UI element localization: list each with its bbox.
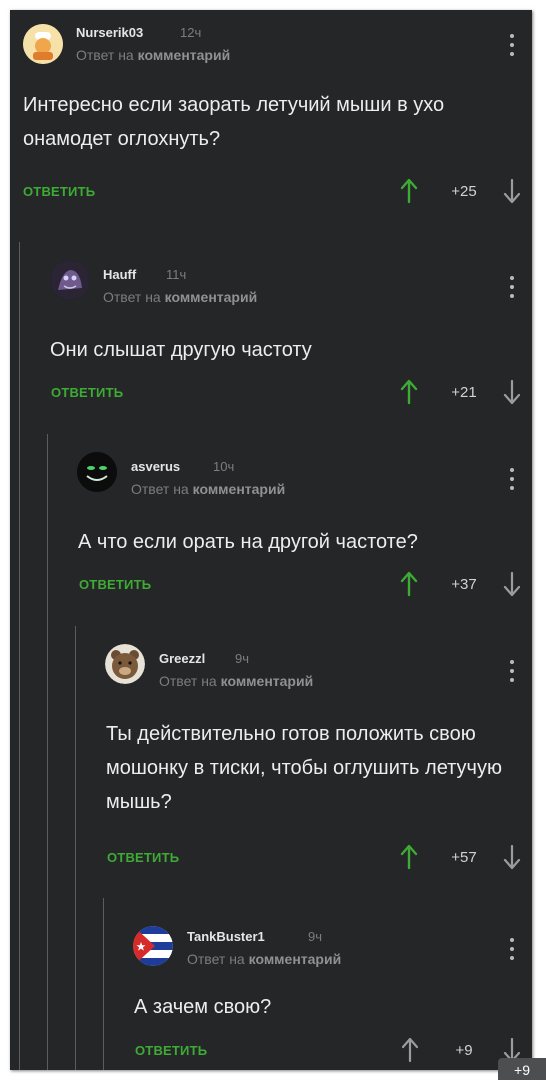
bear-avatar-icon[interactable] (105, 644, 145, 684)
reply-to-link[interactable]: комментарий (221, 673, 314, 689)
upvote-arrow-icon[interactable] (400, 571, 418, 597)
downvote-arrow-icon[interactable] (503, 178, 521, 204)
username[interactable]: TankBuster1 (187, 929, 265, 944)
timestamp: 9ч (235, 651, 250, 666)
comment-text: А что если орать на другой частоте? (78, 531, 418, 553)
rating-value: +25 (451, 183, 477, 200)
reply-to-link[interactable]: комментарий (138, 47, 231, 63)
more-options-icon[interactable] (507, 468, 517, 494)
reply-to-label: Ответ на комментарий (187, 951, 341, 967)
timestamp: 11ч (166, 267, 187, 282)
thread-line (19, 242, 20, 1070)
comment-text: Ты действительно готов положить свою мош… (106, 723, 502, 813)
more-options-icon[interactable] (507, 34, 517, 60)
comment-tankbuster1: TankBuster1 9ч Ответ на комментарий А за… (122, 898, 532, 1070)
timestamp: 12ч (180, 25, 202, 40)
reply-to-label: Ответ на комментарий (103, 289, 257, 305)
comment-nurserik03: Nurserik03 12ч Ответ на комментарий Инте… (10, 10, 532, 240)
reply-to-link[interactable]: комментарий (249, 951, 342, 967)
rating-value: +57 (451, 849, 477, 866)
reply-to-label: Ответ на комментарий (131, 481, 285, 497)
chef-avatar-icon[interactable] (23, 24, 63, 64)
downvote-arrow-icon[interactable] (503, 844, 521, 870)
timestamp: 10ч (213, 459, 235, 474)
downvote-arrow-icon[interactable] (503, 379, 521, 405)
rating-value: +21 (451, 384, 477, 401)
reply-to-text: Ответ на (131, 481, 189, 497)
reply-to-label: Ответ на комментарий (76, 47, 230, 63)
username[interactable]: Nurserik03 (76, 25, 143, 40)
reply-button[interactable]: ОТВЕТИТЬ (51, 385, 123, 400)
reply-to-text: Ответ на (187, 951, 245, 967)
comment-hauff: Hauff 11ч Ответ на комментарий Они слыша… (38, 242, 532, 432)
thread-line (47, 434, 48, 1070)
reply-button[interactable]: ОТВЕТИТЬ (23, 184, 95, 199)
upvote-arrow-icon[interactable] (400, 178, 418, 204)
more-options-icon[interactable] (507, 660, 517, 686)
reply-to-link[interactable]: комментарий (193, 481, 286, 497)
comment-asverus: asverus 10ч Ответ на комментарий А что е… (66, 434, 532, 624)
reply-button[interactable]: ОТВЕТИТЬ (107, 850, 179, 865)
dark-face-avatar-icon[interactable] (77, 452, 117, 492)
cuba-flag-avatar-icon[interactable] (133, 926, 173, 966)
reply-to-label: Ответ на комментарий (159, 673, 313, 689)
rating-value: +37 (451, 576, 477, 593)
reply-to-link[interactable]: комментарий (165, 289, 258, 305)
watermark-rating-badge: +9 (498, 1058, 546, 1080)
timestamp: 9ч (308, 929, 323, 944)
username[interactable]: Greezzl (159, 651, 205, 666)
username[interactable]: Hauff (103, 267, 136, 282)
comment-text: Интересно если заорать летучий мыши в ух… (23, 94, 445, 150)
username[interactable]: asverus (131, 459, 180, 474)
rating-value: +9 (455, 1042, 473, 1059)
upvote-arrow-icon[interactable] (401, 1037, 419, 1063)
upvote-arrow-icon[interactable] (400, 844, 418, 870)
reply-button[interactable]: ОТВЕТИТЬ (135, 1043, 207, 1058)
comments-thread: Nurserik03 12ч Ответ на комментарий Инте… (10, 10, 532, 1070)
reply-button[interactable]: ОТВЕТИТЬ (79, 577, 151, 592)
reply-to-text: Ответ на (159, 673, 217, 689)
reply-to-text: Ответ на (76, 47, 134, 63)
creature-avatar-icon[interactable] (50, 260, 90, 300)
reply-to-text: Ответ на (103, 289, 161, 305)
comment-greezzl: Greezzl 9ч Ответ на комментарий Ты дейст… (94, 626, 532, 896)
more-options-icon[interactable] (507, 938, 517, 964)
comment-text: А зачем свою? (134, 996, 272, 1018)
more-options-icon[interactable] (507, 276, 517, 302)
comment-text: Они слышат другую частоту (50, 339, 312, 361)
thread-line (75, 626, 76, 1070)
upvote-arrow-icon[interactable] (400, 379, 418, 405)
thread-line (103, 898, 104, 1070)
downvote-arrow-icon[interactable] (503, 571, 521, 597)
